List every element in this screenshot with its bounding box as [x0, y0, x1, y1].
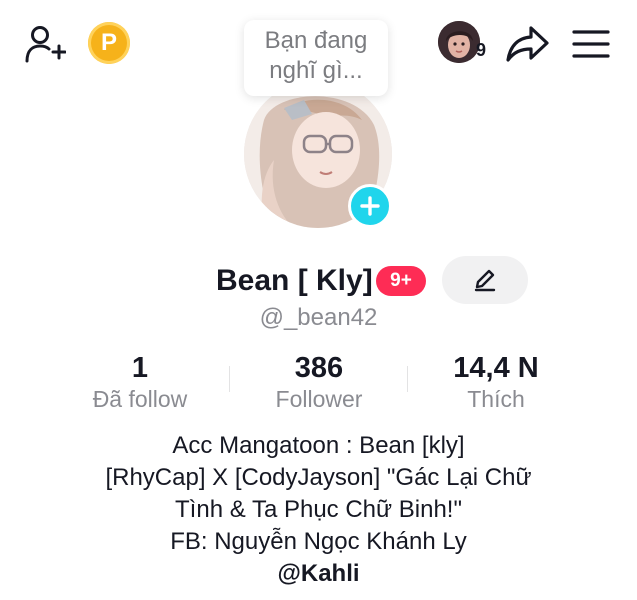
notification-badge[interactable]: 9+ — [376, 266, 426, 296]
edit-profile-button[interactable] — [442, 256, 528, 304]
story-count: 9 — [476, 40, 487, 60]
share-arrow-icon[interactable] — [502, 20, 552, 68]
bio: Acc Mangatoon : Bean [kly] [RhyCap] X [C… — [0, 430, 637, 590]
add-story-button[interactable] — [348, 184, 392, 228]
coin-icon[interactable]: P — [88, 22, 130, 64]
person-plus-icon[interactable] — [20, 20, 68, 68]
plus-icon — [360, 196, 380, 216]
coin-label: P — [100, 29, 117, 56]
likes-count: 14,4 N — [453, 352, 539, 384]
display-name: Bean [ Kly] — [216, 264, 373, 297]
bio-line-2: [RhyCap] X [CodyJayson] "Gác Lại Chữ — [105, 464, 532, 491]
name-row: Bean [ Kly] 9+ — [0, 256, 637, 304]
bubble-line-2: nghĩ gì... — [269, 57, 363, 84]
mini-avatar-image — [438, 21, 480, 63]
bio-mention-link[interactable]: @Kahli — [0, 558, 637, 590]
followers-count: 386 — [294, 352, 344, 384]
stats-row: 1 Đã follow 386 Follower 14,4 N Thích — [0, 352, 637, 412]
followers-label: Follower — [275, 386, 363, 412]
profile-avatar[interactable] — [244, 80, 392, 228]
following-label: Đã follow — [92, 386, 188, 412]
stat-followers[interactable]: 386 Follower — [239, 352, 399, 414]
status-bubble[interactable]: Bạn đang nghĩ gì... — [244, 20, 388, 96]
top-bar: P Bạn đang nghĩ gì... 9 — [0, 0, 637, 96]
stat-following[interactable]: 1 Đã follow — [60, 352, 220, 414]
bio-line-3: Tình & Ta Phục Chữ Binh!" — [175, 496, 462, 523]
pencil-icon — [474, 269, 496, 292]
likes-label: Thích — [467, 386, 525, 412]
username: @_bean42 — [259, 304, 378, 331]
following-count: 1 — [131, 352, 149, 384]
stat-divider — [229, 366, 230, 392]
hamburger-menu-icon[interactable] — [567, 20, 615, 68]
stat-divider — [407, 366, 408, 392]
bubble-line-1: Bạn đang — [264, 27, 368, 54]
bio-line-4: FB: Nguyễn Ngọc Khánh Ly — [170, 528, 467, 555]
stat-likes[interactable]: 14,4 N Thích — [416, 352, 576, 414]
bio-line-1: Acc Mangatoon : Bean [kly] — [172, 432, 465, 459]
story-avatar[interactable] — [437, 20, 481, 64]
